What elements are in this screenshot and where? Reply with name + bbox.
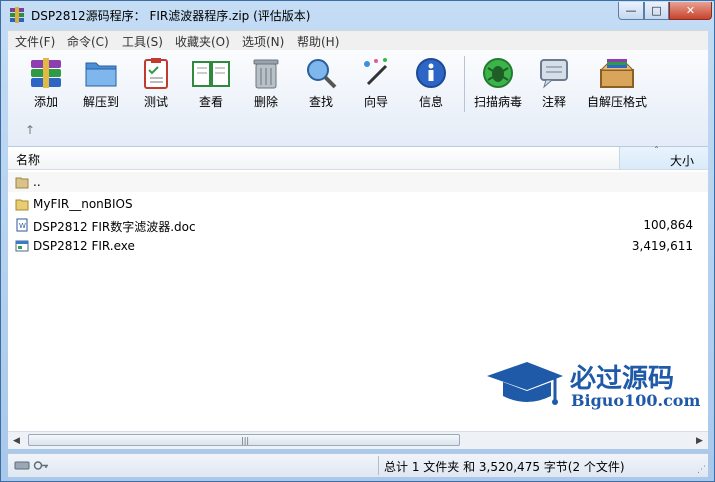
scroll-right-button[interactable]: ▶: [691, 432, 708, 449]
test-clipboard-icon: [144, 58, 168, 89]
extract-folder-icon: [85, 62, 117, 87]
comment-button[interactable]: 注释: [527, 54, 581, 112]
list-item-doc[interactable]: W DSP2812 FIR数字滤波器.doc 100,864: [8, 215, 708, 235]
wizard-button[interactable]: 向导: [349, 54, 403, 112]
svg-text:W: W: [19, 222, 26, 230]
menu-help[interactable]: 帮助(H): [297, 33, 339, 50]
graduation-cap-icon: [487, 362, 563, 405]
maximize-button[interactable]: □: [644, 2, 669, 20]
menu-tools[interactable]: 工具(S): [122, 33, 163, 50]
file-list: .. MyFIR__nonBIOS W DSP2812 FIR数字滤波器.doc…: [8, 170, 708, 431]
list-header: 名称 ˆ 大小: [8, 146, 708, 170]
status-bar: 总计 1 文件夹 和 3,520,475 字节(2 个文件) ⋰: [8, 453, 708, 477]
view-book-icon: [192, 61, 230, 87]
magnifier-icon: [307, 59, 337, 89]
view-button[interactable]: 查看: [184, 54, 238, 112]
menu-file[interactable]: 文件(F): [15, 33, 55, 50]
extract-to-button[interactable]: 解压到: [74, 54, 128, 112]
virus-scan-button[interactable]: 扫描病毒: [470, 54, 526, 112]
wizard-wand-icon: [364, 58, 388, 86]
sfx-button[interactable]: 自解压格式: [583, 54, 651, 112]
info-icon: [416, 58, 446, 88]
window-title: DSP2812源码程序： FIR滤波器程序.zip (评估版本): [31, 9, 311, 23]
parent-folder-icon: [15, 177, 29, 189]
watermark-url: Biguo100.com: [571, 391, 701, 410]
sfx-box-icon: [599, 59, 635, 88]
column-name-header[interactable]: 名称: [16, 151, 40, 168]
virus-scan-icon: [483, 58, 513, 88]
title-bar[interactable]: DSP2812源码程序： FIR滤波器程序.zip (评估版本) — □ ✕: [1, 1, 714, 29]
horizontal-scrollbar[interactable]: ◀ ||| ▶: [8, 431, 708, 449]
menu-favorites[interactable]: 收藏夹(O): [175, 33, 230, 50]
watermark-logo: 必过源码 Biguo100.com: [485, 356, 700, 416]
find-button[interactable]: 查找: [294, 54, 348, 112]
scroll-grip: |||: [241, 436, 250, 445]
menu-command[interactable]: 命令(C): [67, 33, 109, 50]
drive-key-icon[interactable]: [14, 459, 50, 472]
up-folder-button[interactable]: ↑: [25, 123, 35, 137]
resize-grip-icon[interactable]: ⋰: [697, 465, 706, 475]
list-item-parent[interactable]: ..: [8, 172, 708, 192]
menu-options[interactable]: 选项(N): [242, 33, 284, 50]
status-divider: [378, 456, 379, 475]
status-summary: 总计 1 文件夹 和 3,520,475 字节(2 个文件): [384, 460, 625, 474]
scroll-thumb[interactable]: |||: [28, 434, 460, 446]
sort-arrow-icon: ˆ: [654, 146, 659, 157]
test-button[interactable]: 测试: [129, 54, 183, 112]
add-button[interactable]: 添加: [19, 54, 73, 112]
watermark-title: 必过源码: [570, 364, 675, 394]
trash-icon: [253, 59, 279, 89]
app-window: DSP2812源码程序： FIR滤波器程序.zip (评估版本) — □ ✕ 文…: [0, 0, 715, 482]
minimize-button[interactable]: —: [618, 2, 644, 20]
close-button[interactable]: ✕: [669, 2, 712, 20]
word-doc-icon: W: [16, 218, 28, 232]
toolbar-separator: [464, 56, 465, 112]
scroll-left-button[interactable]: ◀: [8, 432, 25, 449]
list-item-exe[interactable]: DSP2812 FIR.exe 3,419,611: [8, 236, 708, 256]
exe-icon: [15, 240, 29, 252]
list-item-folder[interactable]: MyFIR__nonBIOS: [8, 194, 708, 214]
info-button[interactable]: 信息: [404, 54, 458, 112]
folder-icon: [15, 199, 29, 211]
winrar-icon: [10, 7, 24, 23]
column-size-header[interactable]: ˆ 大小: [619, 146, 708, 169]
delete-button[interactable]: 删除: [239, 54, 293, 112]
comment-icon: [540, 59, 568, 89]
menu-bar: 文件(F) 命令(C) 工具(S) 收藏夹(O) 选项(N) 帮助(H): [8, 30, 708, 51]
add-archive-icon: [31, 58, 61, 88]
toolbar: 添加 解压到 测试 查看 删除 查找 向导 信息 扫描病毒 注释 自解压格式 ↑: [8, 50, 708, 147]
